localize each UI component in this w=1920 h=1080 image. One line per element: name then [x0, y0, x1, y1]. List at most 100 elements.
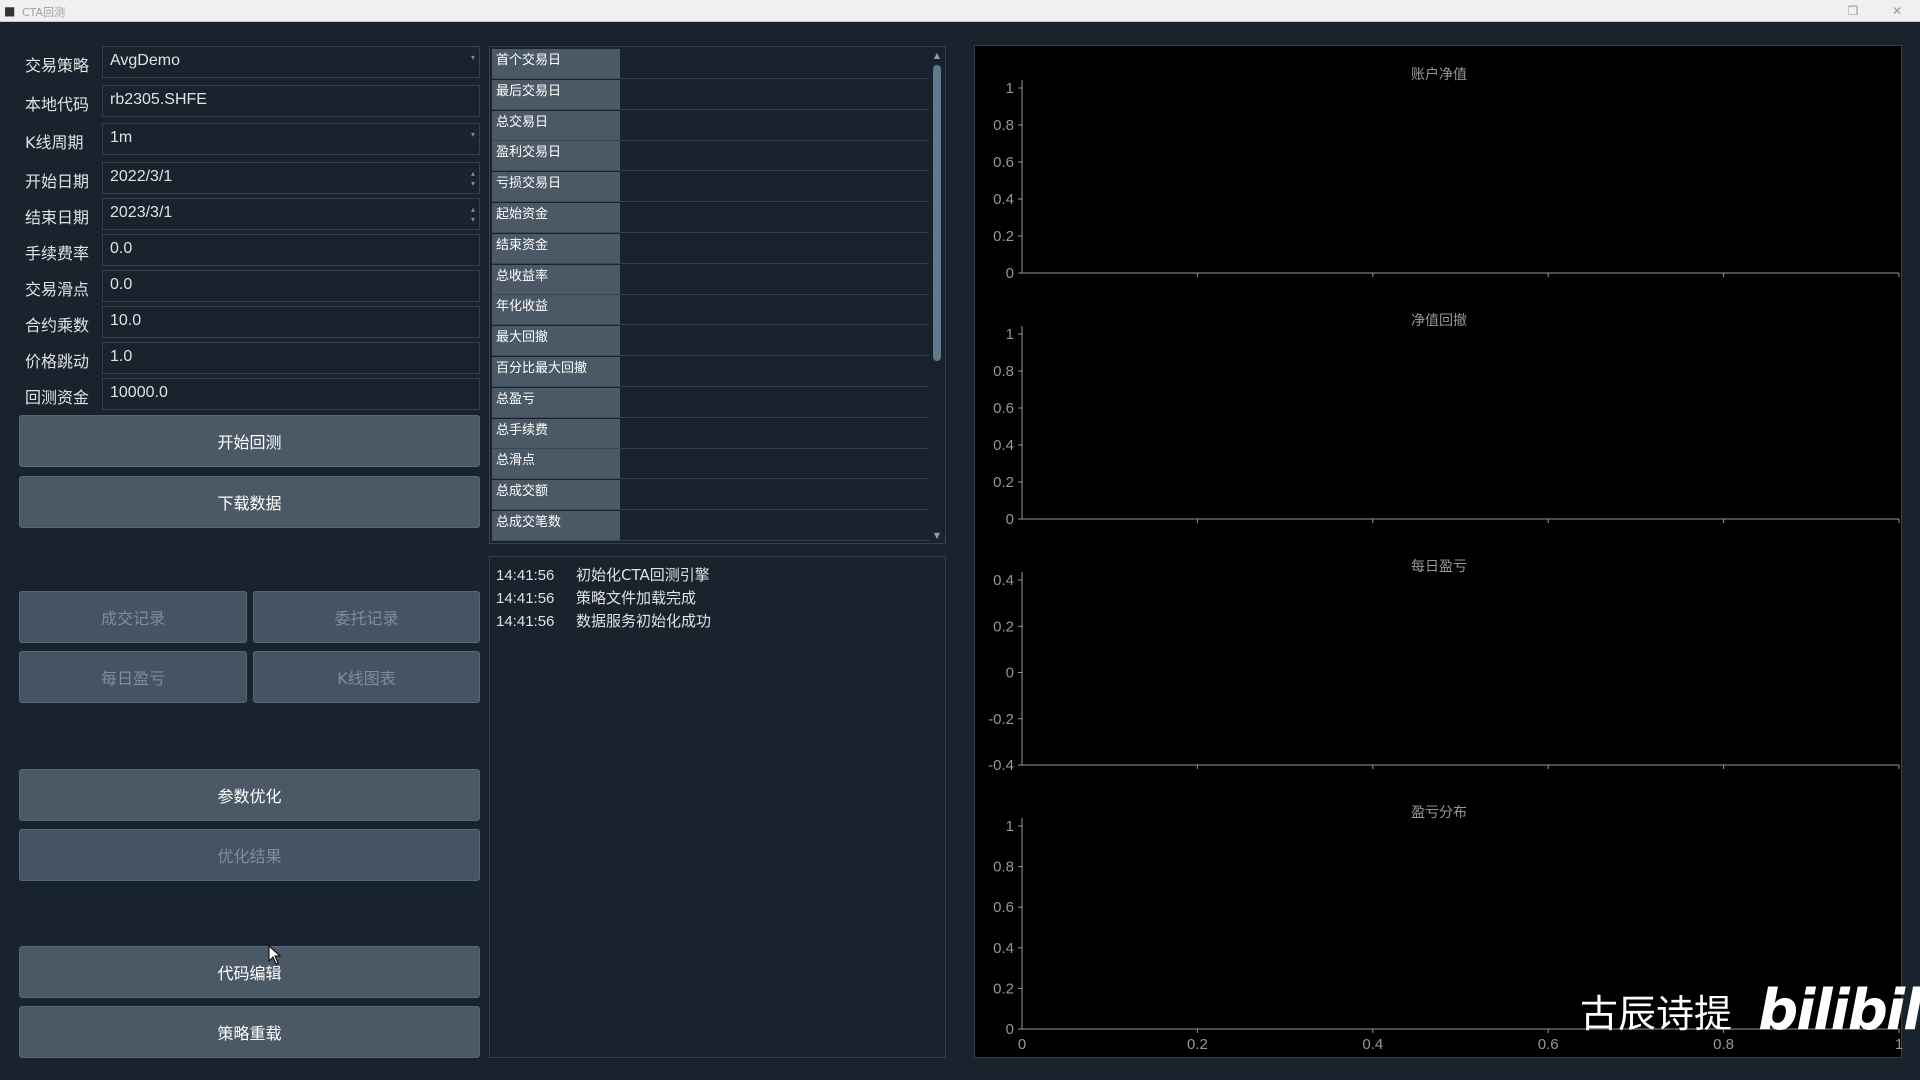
download-data-button[interactable]: 下载数据 — [19, 476, 480, 528]
restore-icon[interactable]: ❒ — [1844, 2, 1862, 20]
chevron-down-icon[interactable]: ▼ — [931, 531, 943, 541]
y-tick-label: 0 — [1006, 265, 1014, 282]
optimize-button[interactable]: 参数优化 — [19, 769, 480, 821]
stat-row[interactable]: 年化收益 — [492, 295, 929, 326]
rate-value: 0.0 — [110, 240, 133, 257]
end-date-value: 2023/3/1 — [110, 204, 173, 221]
chevron-up-icon[interactable]: ▲ — [931, 51, 943, 61]
balance-chart: 账户净值 1 0.8 0.6 0.4 0.2 0 — [975, 46, 1903, 292]
symbol-label: 本地代码 — [25, 95, 90, 114]
size-row: 合约乘数 10.0 — [20, 306, 480, 338]
strategy-label: 交易策略 — [25, 56, 90, 75]
log-line: 14:41:56 策略文件加载完成 — [496, 587, 939, 610]
strategy-value: AvgDemo — [110, 52, 180, 69]
stat-row[interactable]: 总成交笔数 — [492, 511, 929, 542]
start-date-value: 2022/3/1 — [110, 168, 173, 185]
size-input[interactable]: 10.0 — [102, 306, 480, 338]
stat-row[interactable]: 总滑点 — [492, 449, 929, 480]
watermark: 古辰诗提 bilibili — [1580, 978, 1920, 1043]
y-tick-label: 0.2 — [993, 980, 1014, 997]
stat-value — [620, 265, 929, 295]
pricetick-row: 价格跳动 1.0 — [20, 342, 480, 374]
stat-row[interactable]: 总成交额 — [492, 480, 929, 511]
stat-row[interactable]: 最大回撤 — [492, 326, 929, 357]
stat-row[interactable]: 百分比最大回撤 — [492, 357, 929, 388]
trade-records-button[interactable]: 成交记录 — [19, 591, 247, 643]
stat-row[interactable]: 总交易日 — [492, 110, 929, 142]
slippage-label: 交易滑点 — [25, 280, 90, 299]
end-date-edit[interactable]: 2023/3/1 ▴ ▾ — [102, 198, 480, 230]
edit-code-button[interactable]: 代码编辑 — [19, 946, 480, 998]
interval-combo[interactable]: 1m ▾ — [102, 123, 480, 155]
log-panel[interactable]: 14:41:56 初始化CTA回测引擎 14:41:56 策略文件加载完成 14:41:… — [489, 556, 946, 1058]
stat-key: 首个交易日 — [492, 49, 620, 79]
stat-row[interactable]: 亏损交易日 — [492, 172, 929, 203]
stat-key: 百分比最大回撤 — [492, 357, 620, 387]
spin-arrows-icon[interactable]: ▴ ▾ — [471, 169, 475, 189]
rate-input[interactable]: 0.0 — [102, 234, 480, 266]
y-tick-label: 1 — [1006, 818, 1014, 835]
stat-row[interactable]: 总收益率 — [492, 264, 929, 296]
rate-label: 手续费率 — [25, 244, 90, 263]
log-time: 14:41:56 — [496, 613, 555, 630]
stat-row[interactable]: 结束资金 — [492, 233, 929, 265]
stat-key: 起始资金 — [492, 203, 620, 233]
order-records-button[interactable]: 委托记录 — [253, 591, 480, 643]
stat-key: 总成交额 — [492, 480, 620, 511]
size-value: 10.0 — [110, 312, 142, 329]
x-tick-label: 0 — [1018, 1036, 1026, 1053]
scrollbar-thumb[interactable] — [933, 65, 941, 361]
y-tick-label: 0.8 — [993, 363, 1014, 380]
stat-value — [620, 49, 929, 79]
y-tick-label: 0.4 — [993, 572, 1014, 589]
interval-value: 1m — [110, 129, 133, 146]
y-tick-label: 0 — [1006, 1021, 1014, 1038]
y-tick-label: 0.2 — [993, 474, 1014, 491]
strategy-combo[interactable]: AvgDemo ▾ — [102, 46, 480, 78]
symbol-input[interactable]: rb2305.SHFE — [102, 85, 480, 117]
end-date-label: 结束日期 — [25, 208, 90, 227]
chevron-down-icon: ▾ — [470, 53, 475, 62]
y-tick-label: 0 — [1006, 665, 1014, 682]
start-date-edit[interactable]: 2022/3/1 ▴ ▾ — [102, 162, 480, 194]
stat-key: 总成交笔数 — [492, 511, 620, 541]
symbol-value: rb2305.SHFE — [110, 91, 207, 108]
capital-input[interactable]: 10000.0 — [102, 378, 480, 410]
stat-value — [620, 326, 929, 357]
stat-key: 总交易日 — [492, 110, 620, 141]
stat-key: 年化收益 — [492, 295, 620, 326]
start-backtest-button[interactable]: 开始回测 — [19, 415, 480, 467]
stat-row[interactable]: 盈利交易日 — [492, 141, 929, 172]
y-tick-label: 1 — [1006, 80, 1014, 97]
stat-row[interactable]: 起始资金 — [492, 203, 929, 234]
slippage-input[interactable]: 0.0 — [102, 270, 480, 302]
stat-value — [620, 141, 929, 172]
stat-row[interactable]: 首个交易日 — [492, 49, 929, 80]
x-tick-label: 0.6 — [1538, 1036, 1559, 1053]
optimize-result-button[interactable]: 优化结果 — [19, 829, 480, 881]
close-icon[interactable]: ✕ — [1888, 2, 1906, 20]
pricetick-label: 价格跳动 — [25, 352, 90, 371]
statistics-table[interactable]: 首个交易日 最后交易日 总交易日 盈利交易日 亏损交易日 起始资金 结束资金 总收益率 年化收益… — [489, 46, 946, 544]
pricetick-input[interactable]: 1.0 — [102, 342, 480, 374]
stat-row[interactable]: 总手续费 — [492, 418, 929, 450]
spin-arrows-icon[interactable]: ▴ ▾ — [471, 205, 475, 225]
log-line: 14:41:56 数据服务初始化成功 — [496, 610, 939, 633]
candle-chart-button[interactable]: K线图表 — [253, 651, 480, 703]
stat-key: 盈利交易日 — [492, 141, 620, 172]
stat-row[interactable]: 最后交易日 — [492, 79, 929, 111]
log-time: 14:41:56 — [496, 590, 555, 607]
stat-value — [620, 449, 929, 480]
reload-strategy-button[interactable]: 策略重载 — [19, 1006, 480, 1058]
stat-key: 总手续费 — [492, 418, 620, 449]
stats-scrollbar[interactable]: ▲ ▼ — [931, 51, 943, 541]
stat-row[interactable]: 总盈亏 — [492, 387, 929, 419]
y-tick-label: 0.8 — [993, 859, 1014, 876]
stat-value — [620, 80, 929, 110]
daily-pnl-button[interactable]: 每日盈亏 — [19, 651, 247, 703]
daily-pnl-chart-svg: 0.4 0.2 0 -0.2 -0.4 — [988, 572, 1900, 774]
slippage-row: 交易滑点 0.0 — [20, 270, 480, 302]
capital-row: 回测资金 10000.0 — [20, 378, 480, 410]
balance-chart-svg: 1 0.8 0.6 0.4 0.2 0 — [993, 80, 1900, 282]
y-tick-label: 0.8 — [993, 117, 1014, 134]
